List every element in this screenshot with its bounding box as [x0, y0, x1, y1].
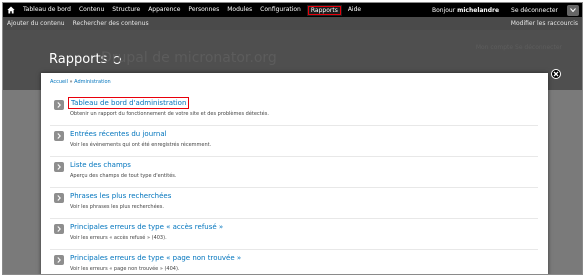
close-icon [553, 71, 559, 77]
username[interactable]: michelandre [457, 7, 499, 14]
shortcuts-bar: Ajouter du contenu Rechercher des conten… [3, 17, 582, 30]
arrow-right-icon [54, 224, 64, 234]
user-area: Bonjour michelandre Se déconnecter [426, 3, 582, 17]
arrow-right-icon [54, 162, 64, 172]
menu-structure[interactable]: Structure [108, 3, 144, 17]
report-description: Voir les évènements qui ont été enregist… [70, 142, 212, 148]
arrow-right-icon [54, 100, 64, 110]
overlay-dialog: Accueil » Administration Tableau de bord… [41, 73, 548, 274]
admin-toolbar: Tableau de bord Contenu Structure Appare… [3, 3, 582, 17]
report-title-link[interactable]: Tableau de bord d'administration [67, 97, 190, 109]
menu-reports[interactable]: Rapports [306, 4, 342, 16]
page-title-text: Rapports [49, 52, 108, 67]
edit-shortcuts-link[interactable]: Modifier les raccourcis [511, 17, 578, 30]
user-greeting: Bonjour michelandre [426, 7, 505, 14]
close-overlay-button[interactable] [551, 69, 561, 79]
menu-people[interactable]: Personnes [184, 3, 223, 17]
menu-dashboard[interactable]: Tableau de bord [19, 3, 75, 17]
list-item: Liste des champs Aperçu des champs de to… [50, 157, 538, 188]
menu-help[interactable]: Aide [344, 3, 365, 17]
shortcut-add-content[interactable]: Ajouter du contenu [3, 20, 69, 27]
shortcut-find-content[interactable]: Rechercher des contenus [69, 20, 153, 27]
report-description: Voir les phrases les plus recherchées. [70, 204, 164, 210]
list-item: Phrases les plus recherchées Voir les ph… [50, 188, 538, 219]
arrow-right-icon [54, 131, 64, 141]
shortcuts-toggle-button[interactable] [567, 4, 579, 16]
menu-appearance[interactable]: Apparence [144, 3, 184, 17]
report-description: Aperçu des champs de tout type d'entités… [70, 173, 177, 179]
menu-configuration[interactable]: Configuration [256, 3, 305, 17]
list-item: Principales erreurs de type « accès refu… [50, 219, 538, 250]
menu-content[interactable]: Contenu [75, 3, 108, 17]
report-title-link[interactable]: Liste des champs [70, 161, 131, 169]
report-description: Obtenir un rapport du fonctionnement de … [70, 111, 269, 117]
list-item: Entrées récentes du journal Voir les évè… [50, 126, 538, 157]
toolbar-menu: Tableau de bord Contenu Structure Appare… [19, 3, 365, 17]
report-description: Voir les erreurs « accès refusé » (403). [70, 235, 167, 241]
breadcrumb-separator: » [69, 79, 73, 85]
home-icon[interactable] [3, 3, 19, 17]
logout-link[interactable]: Se déconnecter [505, 7, 564, 14]
header-user-links: Mon compte Se déconnecter [475, 44, 562, 51]
chevron-down-icon [570, 8, 576, 12]
breadcrumb-administration[interactable]: Administration [74, 79, 111, 85]
report-title-link[interactable]: Principales erreurs de type « accès refu… [70, 223, 223, 231]
report-title-link[interactable]: Phrases les plus recherchées [70, 192, 171, 200]
browser-frame: Tableau de bord Contenu Structure Appare… [2, 2, 583, 275]
menu-modules[interactable]: Modules [223, 3, 256, 17]
site-name: Drupal de micronator.org [101, 50, 277, 66]
report-title-link[interactable]: Principales erreurs de type « page non t… [70, 254, 241, 262]
breadcrumb-home[interactable]: Accueil [50, 79, 68, 85]
list-item: Principales erreurs de type « page non t… [50, 250, 538, 274]
report-description: Voir les erreurs « page non trouvée » (4… [70, 266, 180, 272]
greeting-prefix: Bonjour [432, 6, 458, 14]
breadcrumb: Accueil » Administration [50, 79, 111, 85]
report-title-link[interactable]: Entrées récentes du journal [70, 130, 167, 138]
list-item: Tableau de bord d'administration Obtenir… [50, 95, 538, 126]
report-list: Tableau de bord d'administration Obtenir… [50, 95, 538, 274]
arrow-right-icon [54, 193, 64, 203]
arrow-right-icon [54, 255, 64, 265]
